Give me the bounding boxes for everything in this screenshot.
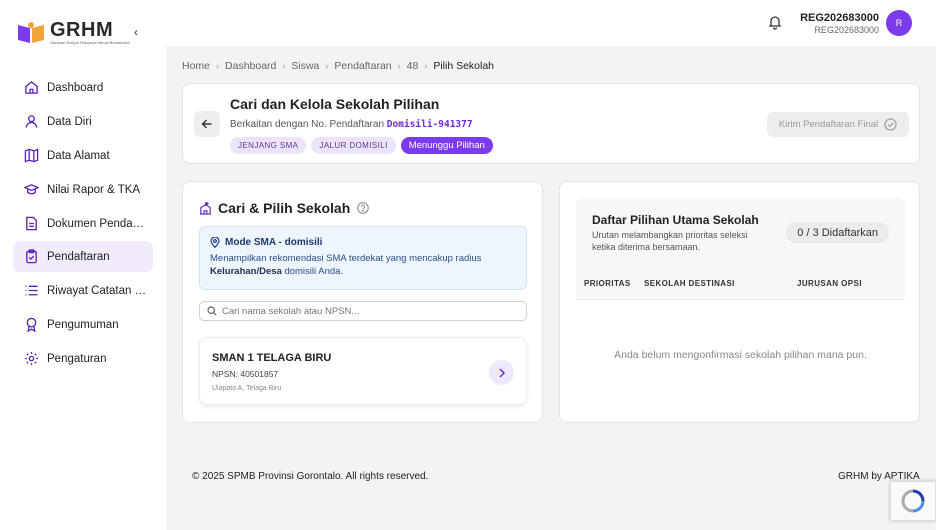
- status-badge: Menunggu Pilihan: [400, 137, 493, 154]
- sidebar-item-label: Dashboard: [47, 81, 104, 94]
- top-bar: GRHM Gerakan Rakyat Hidupkan Mimpi Berse…: [0, 0, 936, 46]
- subtitle-prefix: Berkaitan dengan No. Pendaftaran: [230, 119, 384, 130]
- chevron-right-icon: ›: [216, 61, 220, 71]
- chevron-right-icon: [498, 367, 505, 378]
- sidebar-item-data-diri[interactable]: Data Diri: [13, 106, 153, 137]
- chevron-right-icon: ›: [424, 61, 428, 71]
- sidebar-item-pengumuman[interactable]: Pengumuman: [13, 309, 153, 340]
- user-icon: [25, 115, 38, 128]
- document-icon: [26, 216, 37, 231]
- avatar[interactable]: R: [886, 10, 912, 36]
- choices-table-header: PRIORITAS SEKOLAH DESTINASI JURUSAN OPSI: [576, 268, 905, 300]
- sidebar-item-label: Dokumen Pendaftaran: [47, 217, 147, 230]
- choices-count-badge: 0 / 3 Didaftarkan: [786, 222, 889, 243]
- chevron-right-icon: ›: [282, 61, 286, 71]
- book-logo-icon: [18, 21, 44, 43]
- page-subtitle: Berkaitan dengan No. Pendaftaran Domisil…: [230, 119, 473, 130]
- search-icon: [207, 306, 217, 316]
- school-name: SMAN 1 TELAGA BIRU: [212, 352, 332, 364]
- column-header-priority: PRIORITAS: [584, 279, 631, 288]
- mode-info-text: Menampilkan rekomendasi SMA terdekat yan…: [210, 253, 482, 277]
- graduation-cap-icon: [24, 184, 39, 195]
- bell-icon[interactable]: [767, 14, 783, 30]
- submit-final-label: Kirim Pendaftaran Final: [778, 119, 879, 130]
- breadcrumb-current: Pilih Sekolah: [433, 60, 495, 72]
- sidebar-item-label: Riwayat Catatan Data: [47, 284, 147, 297]
- sidebar-item-nilai-rapor[interactable]: Nilai Rapor & TKA: [13, 174, 153, 205]
- page-header-card: Cari dan Kelola Sekolah Pilihan Berkaita…: [182, 83, 920, 164]
- sidebar-item-label: Pendaftaran: [47, 250, 110, 263]
- search-panel-title: Cari & Pilih Sekolah: [199, 200, 375, 216]
- sidebar: Dashboard Data Diri Data Alamat Nilai Ra…: [0, 46, 166, 530]
- school-npsn: NPSN: 40501857: [212, 369, 279, 379]
- school-building-icon: [199, 201, 212, 215]
- help-circle-icon[interactable]: [357, 202, 370, 214]
- recaptcha-icon: [901, 489, 925, 513]
- breadcrumb-pendaftaran[interactable]: Pendaftaran: [334, 60, 391, 72]
- breadcrumb-id[interactable]: 48: [407, 60, 419, 72]
- sidebar-item-dokumen[interactable]: Dokumen Pendaftaran: [13, 208, 153, 239]
- back-button[interactable]: [194, 111, 220, 137]
- page-title: Cari dan Kelola Sekolah Pilihan: [230, 96, 440, 112]
- school-search-panel: Cari & Pilih Sekolah Mode SMA - domisili…: [182, 181, 543, 423]
- submit-final-button[interactable]: Kirim Pendaftaran Final: [767, 112, 909, 137]
- chip-jalur: JALUR DOMISILI: [311, 137, 396, 154]
- check-circle-icon: [884, 118, 897, 131]
- school-result-card[interactable]: SMAN 1 TELAGA BIRU NPSN: 40501857 Ulapat…: [199, 337, 527, 405]
- sidebar-item-pengaturan[interactable]: Pengaturan: [13, 343, 153, 374]
- select-school-button[interactable]: [489, 360, 514, 385]
- user-name: REG202683000: [800, 12, 879, 24]
- collapse-sidebar-icon[interactable]: ‹: [134, 25, 138, 39]
- sidebar-item-label: Data Diri: [47, 115, 92, 128]
- chevron-right-icon: ›: [397, 61, 401, 71]
- user-info[interactable]: REG202683000 REG202683000: [800, 12, 879, 35]
- logo[interactable]: GRHM Gerakan Rakyat Hidupkan Mimpi Berse…: [16, 20, 130, 45]
- map-pin-icon: [210, 237, 220, 248]
- recaptcha-badge[interactable]: [890, 481, 936, 521]
- registration-code: Domisili-941377: [386, 119, 473, 130]
- footer-copyright: © 2025 SPMB Provinsi Gorontalo. All righ…: [192, 471, 429, 482]
- breadcrumb-home[interactable]: Home: [182, 60, 210, 72]
- brand-tagline: Gerakan Rakyat Hidupkan Mimpi Bersekolah: [50, 40, 130, 45]
- column-header-school: SEKOLAH DESTINASI: [644, 279, 735, 288]
- school-choices-panel: Daftar Pilihan Utama Sekolah Urutan mela…: [559, 181, 920, 423]
- map-icon: [24, 148, 39, 163]
- choices-title: Daftar Pilihan Utama Sekolah: [592, 213, 759, 227]
- search-panel-title-text: Cari & Pilih Sekolah: [218, 200, 351, 216]
- sidebar-item-label: Pengumuman: [47, 318, 119, 331]
- sidebar-item-data-alamat[interactable]: Data Alamat: [13, 140, 153, 171]
- empty-state-text: Anda belum mengonfirmasi sekolah pilihan…: [614, 349, 867, 361]
- sidebar-item-dashboard[interactable]: Dashboard: [13, 72, 153, 103]
- mode-info-title: Mode SMA - domisili: [210, 237, 516, 248]
- sidebar-item-pendaftaran[interactable]: Pendaftaran: [13, 241, 153, 272]
- breadcrumb-siswa[interactable]: Siswa: [291, 60, 319, 72]
- breadcrumb: Home › Dashboard › Siswa › Pendaftaran › 48 ›…: [182, 60, 494, 72]
- chip-jenjang: JENJANG SMA: [230, 137, 307, 154]
- column-header-major: JURUSAN OPSI: [797, 279, 862, 288]
- list-icon: [25, 285, 38, 296]
- sidebar-item-label: Pengaturan: [47, 352, 107, 365]
- arrow-left-icon: [201, 119, 212, 129]
- brand-name: GRHM: [50, 19, 114, 41]
- sidebar-item-riwayat[interactable]: Riwayat Catatan Data: [13, 275, 153, 306]
- user-id: REG202683000: [814, 25, 879, 35]
- breadcrumb-dashboard[interactable]: Dashboard: [225, 60, 276, 72]
- status-chips: JENJANG SMA JALUR DOMISILI Menunggu Pili…: [230, 137, 493, 154]
- sidebar-item-label: Nilai Rapor & TKA: [47, 183, 141, 196]
- gear-icon: [24, 351, 39, 366]
- clipboard-icon: [26, 249, 37, 264]
- sidebar-item-label: Data Alamat: [47, 149, 110, 162]
- search-input[interactable]: [222, 305, 512, 317]
- choices-subtitle: Urutan melambangkan prioritas seleksi ke…: [592, 230, 748, 252]
- search-box[interactable]: [199, 301, 527, 321]
- mode-info-box: Mode SMA - domisili Menampilkan rekomend…: [199, 226, 527, 290]
- home-icon: [25, 81, 38, 94]
- chevron-right-icon: ›: [325, 61, 329, 71]
- school-address: Ulapato A, Telaga Biru: [212, 385, 282, 392]
- award-icon: [26, 317, 37, 332]
